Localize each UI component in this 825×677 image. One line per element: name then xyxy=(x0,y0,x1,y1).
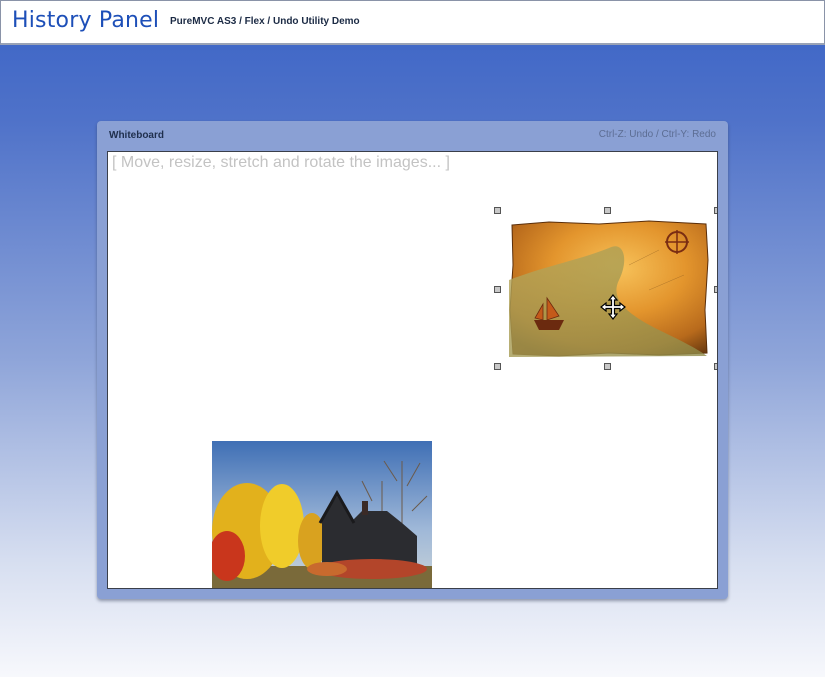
resize-handle-top-left[interactable] xyxy=(494,207,501,214)
resize-handle-left[interactable] xyxy=(494,286,501,293)
undo-redo-hint: Ctrl-Z: Undo / Ctrl-Y: Redo xyxy=(598,129,716,140)
resize-handle-top[interactable] xyxy=(604,207,611,214)
resize-handle-right[interactable] xyxy=(714,286,717,293)
resize-handle-bottom[interactable] xyxy=(604,363,611,370)
app-header: History Panel PureMVC AS3 / Flex / Undo … xyxy=(0,0,825,45)
autumn-house-image[interactable] xyxy=(212,441,432,588)
app-title: History Panel xyxy=(12,8,160,33)
whiteboard-panel: Whiteboard Ctrl-Z: Undo / Ctrl-Y: Redo [… xyxy=(97,121,728,599)
panel-title: Whiteboard xyxy=(109,130,164,141)
treasure-map-image[interactable] xyxy=(509,220,709,357)
resize-handle-bottom-right[interactable] xyxy=(714,363,717,370)
app-subtitle: PureMVC AS3 / Flex / Undo Utility Demo xyxy=(170,16,360,27)
whiteboard-canvas[interactable]: [ Move, resize, stretch and rotate the i… xyxy=(107,151,718,589)
move-cursor-icon xyxy=(600,294,626,320)
resize-handle-bottom-left[interactable] xyxy=(494,363,501,370)
resize-handle-top-right[interactable] xyxy=(714,207,717,214)
canvas-instructions: [ Move, resize, stretch and rotate the i… xyxy=(112,154,450,171)
